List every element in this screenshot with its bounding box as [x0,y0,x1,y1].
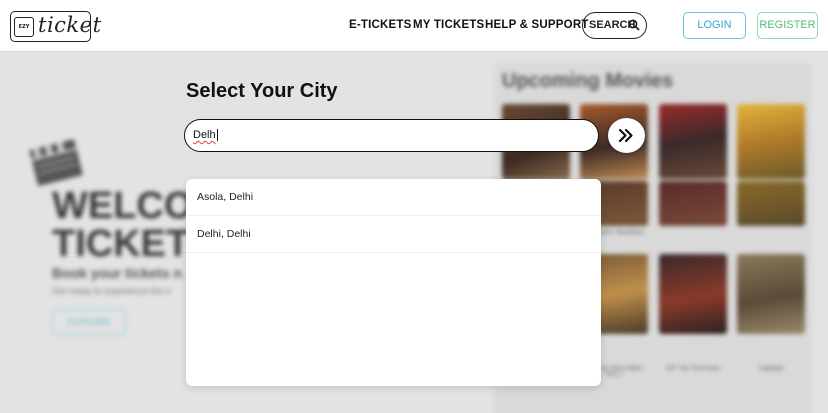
movie-caption: Bhool Chuk Maaf [747,222,795,228]
city-suggestion-item[interactable]: Delhi, Delhi [186,216,601,253]
nav-e-tickets[interactable]: E-TICKETS [349,19,412,31]
text-caret [216,129,218,142]
welcome-heading-line2: TICKET [52,223,190,265]
top-nav-bar: EZY ticket E-TICKETS MY TICKETS HELP & S… [0,0,828,52]
movie-poster[interactable] [659,181,727,226]
logo-badge: EZY [14,17,34,37]
nav-help-support[interactable]: HELP & SUPPORT [485,19,589,31]
city-suggestion-item[interactable]: Asola, Delhi [186,179,601,216]
double-chevron-right-icon [618,128,633,143]
welcome-heading: WELCO [52,185,194,227]
logo-wordmark: ticket [38,13,102,37]
upcoming-movies-title: Upcoming Movies [502,70,674,92]
movie-poster[interactable] [737,254,805,334]
city-search-input[interactable]: Delh [184,119,599,152]
register-button[interactable]: REGISTER [757,12,818,39]
movie-poster[interactable] [737,104,805,179]
search-icon [628,19,640,31]
movie-caption: HIT: The Third Case [666,366,720,372]
movie-poster[interactable] [659,104,727,179]
select-city-title: Select Your City [186,80,338,102]
movie-poster[interactable] [659,254,727,334]
movie-poster[interactable] [737,181,805,226]
hero-subtitle: Book your tickets n [52,265,182,281]
city-input-value: Delh [193,129,216,141]
ezy-ticket-logo[interactable]: EZY ticket [10,11,101,42]
explore-button[interactable]: EXPLORE [52,309,126,335]
nav-my-tickets[interactable]: MY TICKETS [413,19,484,31]
login-button[interactable]: LOGIN [683,12,746,39]
search-button[interactable]: SEARCH [582,12,647,39]
movie-caption: Retro [685,222,701,228]
clapperboard-icon [29,139,83,186]
submit-city-button[interactable] [608,118,645,153]
city-suggestions-dropdown: Asola, Delhi Delhi, Delhi [186,179,601,386]
hero-tagline: Get ready to experience the n [52,286,171,296]
movie-caption: Kapkapiii [758,366,784,372]
